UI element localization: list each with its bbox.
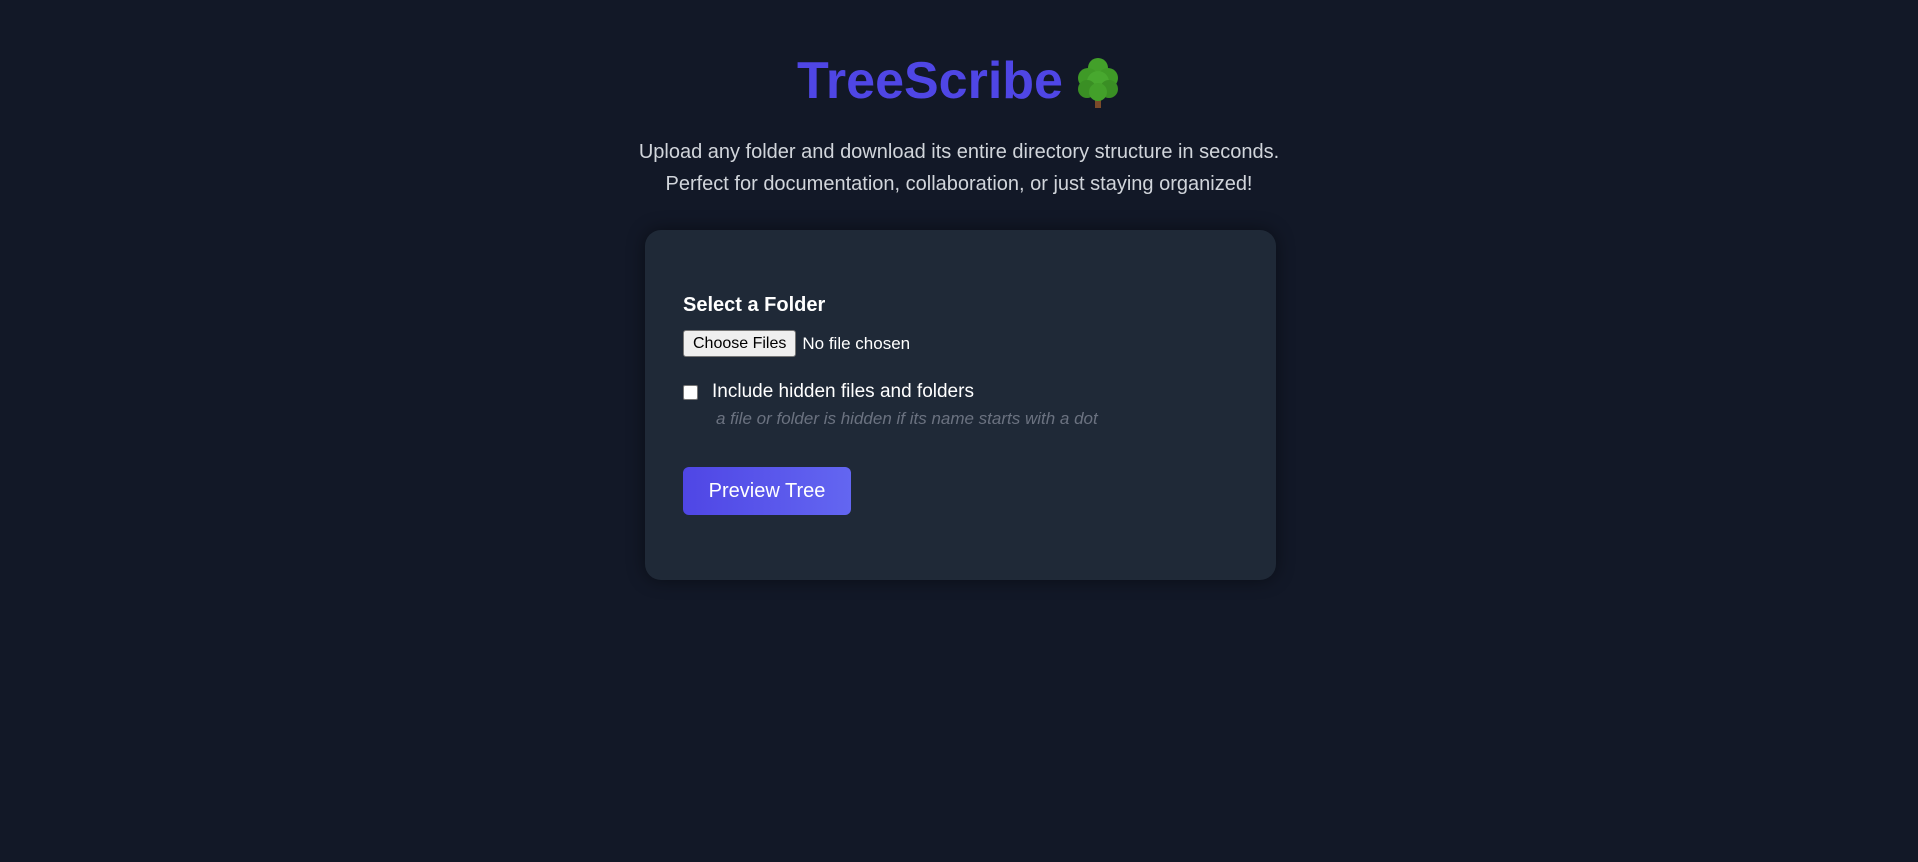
include-hidden-label[interactable]: Include hidden files and folders <box>712 380 974 404</box>
app-title: TreeScribe <box>797 52 1063 110</box>
file-status-text: No file chosen <box>802 334 911 353</box>
title-row: TreeScribe <box>797 48 1121 114</box>
tree-icon <box>1075 56 1121 110</box>
page: TreeScribe Upload any folder and downloa… <box>0 0 1918 862</box>
subtitle-line-2: Perfect for documentation, collaboration… <box>665 173 1253 195</box>
include-hidden-option[interactable]: Include hidden files and folders <box>683 380 974 404</box>
subtitle-line-1: Upload any folder and download its entir… <box>638 141 1280 163</box>
upload-card: Select a Folder Choose Files No file cho… <box>645 230 1276 580</box>
hidden-files-hint: a file or folder is hidden if its name s… <box>716 409 1098 428</box>
file-input[interactable]: Choose Files No file chosen <box>683 330 910 357</box>
header: TreeScribe <box>0 48 1918 114</box>
choose-files-button[interactable]: Choose Files <box>683 330 797 357</box>
preview-tree-button[interactable]: Preview Tree <box>683 467 851 515</box>
select-folder-label: Select a Folder <box>683 294 826 316</box>
include-hidden-checkbox[interactable] <box>683 384 698 400</box>
